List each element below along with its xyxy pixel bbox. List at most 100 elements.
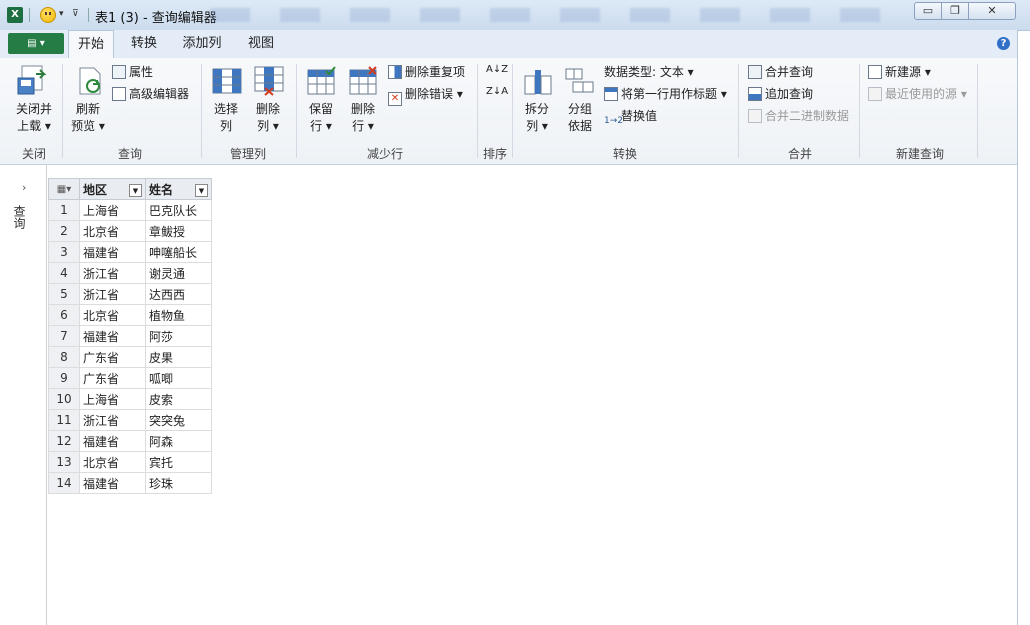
table-row[interactable]: 4 浙江省 谢灵通 [48,262,212,284]
cell-name[interactable]: 阿森 [145,430,212,452]
cell-name[interactable]: 巴克队长 [145,199,212,221]
cell-name[interactable]: 阿莎 [145,325,212,347]
cell-name[interactable]: 皮果 [145,346,212,368]
cell-region[interactable]: 福建省 [79,325,146,347]
recent-sources-dropdown[interactable]: 最近使用的源 ▾ [868,86,967,102]
sort-ascending-button[interactable]: A↓Z [486,64,508,75]
table-row[interactable]: 7 福建省 阿莎 [48,325,212,347]
cell-region[interactable]: 浙江省 [79,262,146,284]
keep-rows-label-1: 保留 [308,102,333,116]
cell-name[interactable]: 呱唧 [145,367,212,389]
row-number: 3 [48,241,80,263]
table-row[interactable]: 5 浙江省 达西西 [48,283,212,305]
remove-duplicates-button[interactable]: 删除重复项 [388,64,465,80]
column-filter-icon[interactable]: ▼ [129,183,142,197]
row-number: 8 [48,346,80,368]
cell-name[interactable]: 珍珠 [145,472,212,494]
cell-region[interactable]: 福建省 [79,430,146,452]
cell-name[interactable]: 章鲅授 [145,220,212,242]
group-by-button[interactable]: 分组 依据 [560,101,600,135]
cell-region[interactable]: 上海省 [79,388,146,410]
keep-rows-button[interactable]: 保留 行 ▾ [300,101,342,135]
cell-region[interactable]: 福建省 [79,472,146,494]
tab-add-column[interactable]: 添加列 [178,30,226,58]
table-row[interactable]: 6 北京省 植物鱼 [48,304,212,326]
tab-transform[interactable]: 转换 [123,30,165,58]
advanced-editor-icon [112,87,126,101]
remove-rows-button[interactable]: 删除 行 ▾ [342,101,384,135]
maximize-button[interactable]: ❐ [941,2,969,20]
cell-region[interactable]: 北京省 [79,220,146,242]
tab-home[interactable]: 开始 [68,30,114,59]
cell-region[interactable]: 浙江省 [79,283,146,305]
use-first-row-as-headers-button[interactable]: 将第一行用作标题 ▾ [604,86,727,102]
data-type-dropdown[interactable]: 数据类型: 文本 ▾ [604,64,694,80]
split-column-icon [523,66,553,96]
table-row[interactable]: 14 福建省 珍珠 [48,472,212,494]
properties-button[interactable]: 属性 [112,64,153,80]
cell-region[interactable]: 上海省 [79,199,146,221]
column-filter-icon[interactable]: ▼ [195,183,208,197]
group-label-manage-columns: 管理列 [229,147,266,161]
navigator-label[interactable]: 查询 [12,205,28,229]
combine-binaries-button[interactable]: 合并二进制数据 [748,108,849,124]
minimize-button[interactable]: ▭ [914,2,942,20]
group-label-query: 查询 [117,147,142,161]
remove-rows-label-2: 行 ▾ [352,119,374,133]
cell-name[interactable]: 呻噻船长 [145,241,212,263]
table-row[interactable]: 3 福建省 呻噻船长 [48,241,212,263]
choose-columns-button[interactable]: 选择 列 [206,101,246,135]
close-and-load-button[interactable]: 关闭并 上载 ▾ [8,101,60,135]
smiley-feedback-icon[interactable] [40,7,56,23]
table-row[interactable]: 9 广东省 呱唧 [48,367,212,389]
sort-descending-button[interactable]: Z↓A [486,86,508,97]
cell-region[interactable]: 北京省 [79,304,146,326]
divider [201,64,202,158]
cell-name[interactable]: 达西西 [145,283,212,305]
help-icon[interactable]: ? [997,37,1010,50]
replace-values-button[interactable]: 1→2替换值 [604,108,657,128]
split-column-button[interactable]: 拆分 列 ▾ [517,101,557,135]
advanced-editor-button[interactable]: 高级编辑器 [112,86,189,102]
append-queries-button[interactable]: 追加查询 [748,86,813,102]
column-header-region[interactable]: 地区 ▼ [79,178,146,200]
cell-region[interactable]: 广东省 [79,346,146,368]
table-corner-menu[interactable]: ▦▾ [48,178,80,200]
cell-name[interactable]: 突突兔 [145,409,212,431]
table-row[interactable]: 1 上海省 巴克队长 [48,199,212,221]
expand-navigator-icon[interactable]: › [22,181,26,194]
remove-columns-button[interactable]: 删除 列 ▾ [248,101,288,135]
group-label-sort: 排序 [482,147,507,161]
cell-region[interactable]: 福建省 [79,241,146,263]
file-menu-button[interactable]: ▤ ▾ [8,33,64,54]
row-number: 10 [48,388,80,410]
cell-region[interactable]: 广东省 [79,367,146,389]
refresh-preview-label-1: 刷新 [75,102,100,116]
column-header-label: 姓名 [149,182,174,197]
remove-columns-icon [254,66,284,96]
merge-queries-button[interactable]: 合并查询 [748,64,813,80]
refresh-preview-button[interactable]: 刷新 预览 ▾ [66,101,110,135]
close-button[interactable]: ✕ [968,2,1016,20]
table-row[interactable]: 8 广东省 皮果 [48,346,212,368]
queries-navigator: › 查询 [0,165,47,625]
quick-access-customize-icon[interactable]: ⊽ [72,9,79,19]
cell-name[interactable]: 皮索 [145,388,212,410]
cell-region[interactable]: 浙江省 [79,409,146,431]
cell-name[interactable]: 植物鱼 [145,304,212,326]
remove-errors-button[interactable]: ✕ 删除错误 ▾ [388,86,463,106]
cell-region[interactable]: 北京省 [79,451,146,473]
row-number: 11 [48,409,80,431]
table-row[interactable]: 2 北京省 章鲅授 [48,220,212,242]
column-header-name[interactable]: 姓名 ▼ [145,178,212,200]
new-source-dropdown[interactable]: 新建源 ▾ [868,64,931,80]
table-row[interactable]: 11 浙江省 突突兔 [48,409,212,431]
table-row[interactable]: 13 北京省 宾托 [48,451,212,473]
cell-name[interactable]: 谢灵通 [145,262,212,284]
table-row[interactable]: 12 福建省 阿森 [48,430,212,452]
cell-name[interactable]: 宾托 [145,451,212,473]
tab-view[interactable]: 视图 [241,30,281,58]
smiley-dropdown-icon[interactable]: ▾ [59,9,64,19]
table-row[interactable]: 10 上海省 皮索 [48,388,212,410]
choose-columns-label-2: 列 [219,119,232,133]
